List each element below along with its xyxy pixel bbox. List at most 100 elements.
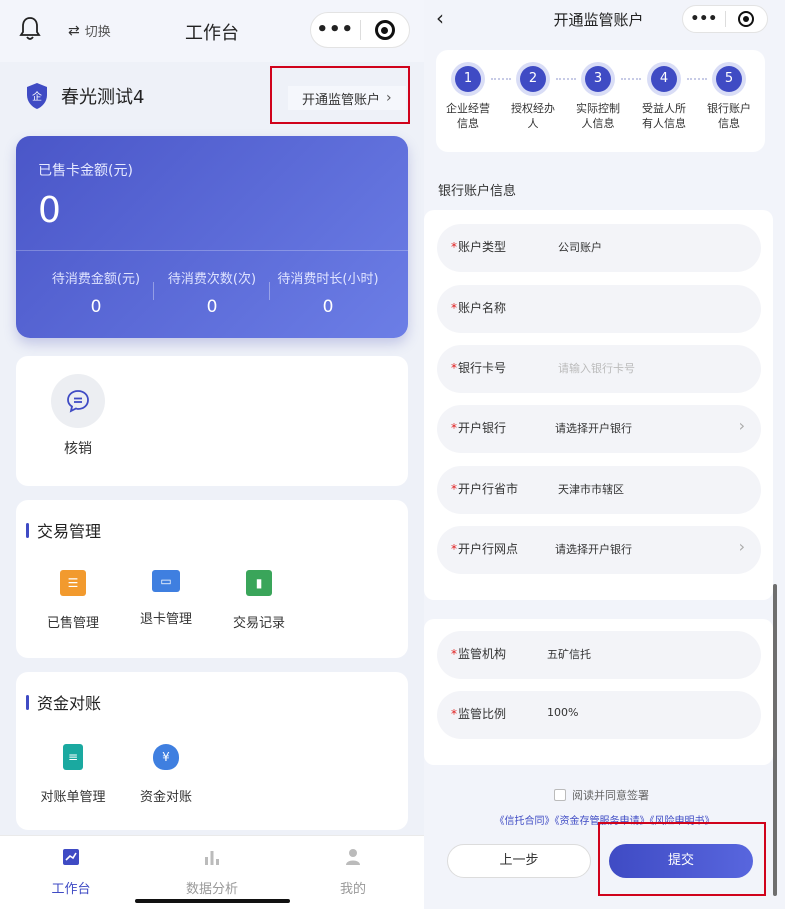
stat-value: 0 bbox=[206, 297, 218, 317]
field-label: 开户银行 bbox=[458, 421, 507, 435]
notepad-chart-icon: ▮ bbox=[246, 570, 272, 596]
step-item: 5 银行账户 信息 bbox=[700, 66, 758, 131]
stat-label: 待消费金额(元) bbox=[51, 272, 141, 287]
grid-item-label: 已售管理 bbox=[46, 616, 99, 631]
verify-card: 核销 bbox=[16, 356, 408, 486]
stat-value: 0 bbox=[322, 297, 334, 317]
card-icon: ▭ bbox=[152, 570, 180, 592]
company-name: 春光测试4 bbox=[61, 87, 145, 108]
step-number: 4 bbox=[651, 66, 677, 92]
field-label: 监管比例 bbox=[458, 707, 507, 721]
pending-count-stat: 待消费次数(次) 0 bbox=[152, 268, 272, 317]
field-label: 开户行网点 bbox=[458, 542, 519, 556]
highlight-box bbox=[598, 822, 766, 896]
home-indicator bbox=[135, 899, 290, 903]
grid-item-label: 退卡管理 bbox=[139, 612, 192, 627]
required-mark: * bbox=[451, 707, 457, 721]
field-value: 天津市市辖区 bbox=[558, 483, 624, 496]
pending-duration-stat: 待消费时长(小时) 0 bbox=[268, 268, 388, 317]
supervision-institution-field[interactable]: * 监管机构 五矿信托 bbox=[437, 631, 761, 679]
bank-info-form: * 账户类型 公司账户 * 账户名称 * 银行卡号 请输入银行卡号 * 开户银行… bbox=[424, 210, 773, 600]
transaction-records-item[interactable]: ▮ 交易记录 bbox=[219, 570, 299, 631]
step-item: 3 实际控制 人信息 bbox=[569, 66, 627, 131]
opening-bank-select[interactable]: * 开户银行 请选择开户银行 › bbox=[437, 405, 761, 453]
grid-item-label: 交易记录 bbox=[232, 616, 285, 631]
top-nav: ⇄ 切换 工作台 ••• bbox=[0, 0, 424, 62]
field-placeholder: 请输入银行卡号 bbox=[558, 362, 635, 375]
title-accent-bar bbox=[26, 694, 29, 710]
step-number: 2 bbox=[520, 66, 546, 92]
tab-data-analysis[interactable]: 数据分析 bbox=[162, 848, 262, 897]
step-number: 5 bbox=[716, 66, 742, 92]
stat-label: 待消费次数(次) bbox=[167, 272, 257, 287]
step-item: 4 受益人所 有人信息 bbox=[635, 66, 693, 131]
fund-reconciliation-item[interactable]: ¥ 资金对账 bbox=[126, 744, 206, 805]
step-item: 1 企业经营 信息 bbox=[439, 66, 497, 131]
stat-value: 0 bbox=[90, 297, 102, 317]
money-bag-icon: ¥ bbox=[153, 744, 179, 770]
tab-mine[interactable]: 我的 bbox=[303, 848, 403, 897]
company-header: 企 春光测试4 bbox=[25, 82, 144, 110]
user-icon bbox=[346, 849, 360, 865]
section-title: 资金对账 bbox=[26, 690, 101, 714]
step-label: 授权经办人 bbox=[511, 102, 555, 130]
statement-icon: ≡ bbox=[63, 744, 83, 770]
step-number: 3 bbox=[585, 66, 611, 92]
chat-bubble-icon bbox=[67, 390, 89, 413]
progress-steps: 1 企业经营 信息 2 授权经办人 3 实际控制 人信息 4 受益人所 有人信息 5 … bbox=[436, 50, 765, 152]
bank-province-city-field[interactable]: * 开户行省市 天津市市辖区 bbox=[437, 466, 761, 514]
bar-chart-icon bbox=[205, 851, 219, 865]
step-number: 1 bbox=[455, 66, 481, 92]
verify-button[interactable] bbox=[51, 374, 105, 428]
field-label: 监管机构 bbox=[458, 647, 507, 661]
bank-branch-select[interactable]: * 开户行网点 请选择开户银行 › bbox=[437, 526, 761, 574]
section-title: 交易管理 bbox=[26, 518, 101, 542]
close-miniprogram-button[interactable] bbox=[360, 20, 409, 40]
grid-item-label: 对账单管理 bbox=[40, 790, 106, 805]
previous-step-button[interactable]: 上一步 bbox=[447, 844, 591, 878]
scrollbar[interactable] bbox=[773, 584, 777, 896]
highlight-box bbox=[270, 66, 410, 124]
sales-stats-card: 已售卡金额(元) 0 待消费金额(元) 0 待消费次数(次) 0 待消费时长(小… bbox=[16, 136, 408, 338]
bank-info-section-title: 银行账户信息 bbox=[438, 184, 517, 199]
more-icon[interactable]: ••• bbox=[683, 6, 725, 32]
step-item: 2 授权经办人 bbox=[504, 66, 562, 131]
bottom-tabbar: 工作台 数据分析 我的 bbox=[0, 835, 424, 909]
shield-icon: 企 bbox=[27, 83, 47, 109]
sold-amount-label: 已售卡金额(元) bbox=[38, 163, 133, 179]
step-label: 实际控制 人信息 bbox=[576, 102, 620, 130]
close-miniprogram-button[interactable] bbox=[725, 11, 767, 27]
required-mark: * bbox=[451, 542, 457, 556]
verify-label: 核销 bbox=[64, 441, 92, 457]
open-account-screen: ‹ 开通监管账户 ••• 1 企业经营 信息 2 授权经办人 3 实际控制 人信息 … bbox=[424, 0, 785, 909]
tab-label: 我的 bbox=[339, 882, 366, 897]
sold-management-item[interactable]: ☰ 已售管理 bbox=[33, 570, 113, 631]
step-label: 银行账户 信息 bbox=[707, 102, 751, 130]
trade-section-title: 交易管理 bbox=[37, 522, 102, 541]
tab-label: 数据分析 bbox=[185, 882, 238, 897]
tab-workbench[interactable]: 工作台 bbox=[21, 848, 121, 897]
fund-reconciliation-card: 资金对账 ≡ 对账单管理 ¥ 资金对账 bbox=[16, 672, 408, 830]
fund-section-title: 资金对账 bbox=[37, 694, 102, 713]
statement-management-item[interactable]: ≡ 对账单管理 bbox=[33, 744, 113, 805]
account-name-field[interactable]: * 账户名称 bbox=[437, 285, 761, 333]
required-mark: * bbox=[451, 647, 457, 661]
checkbox-icon bbox=[554, 789, 566, 801]
account-type-field[interactable]: * 账户类型 公司账户 bbox=[437, 224, 761, 272]
field-label: 银行卡号 bbox=[458, 361, 507, 375]
chevron-right-icon: › bbox=[738, 537, 745, 556]
step-label: 受益人所 有人信息 bbox=[642, 102, 686, 130]
stat-label: 待消费时长(小时) bbox=[277, 272, 379, 287]
agreement-checkbox[interactable]: 阅读并同意签署 bbox=[554, 787, 649, 803]
bank-card-number-input[interactable]: * 银行卡号 请输入银行卡号 bbox=[437, 345, 761, 393]
required-mark: * bbox=[451, 482, 457, 496]
miniprogram-capsule: ••• bbox=[310, 12, 410, 48]
more-icon[interactable]: ••• bbox=[311, 13, 360, 47]
refund-management-item[interactable]: ▭ 退卡管理 bbox=[126, 570, 206, 627]
field-value: 公司账户 bbox=[558, 241, 602, 254]
miniprogram-capsule: ••• bbox=[682, 5, 768, 33]
required-mark: * bbox=[451, 301, 457, 315]
sold-amount-value: 0 bbox=[38, 190, 61, 231]
supervision-ratio-field[interactable]: * 监管比例 100% bbox=[437, 691, 761, 739]
top-nav: ‹ 开通监管账户 ••• bbox=[424, 0, 785, 38]
